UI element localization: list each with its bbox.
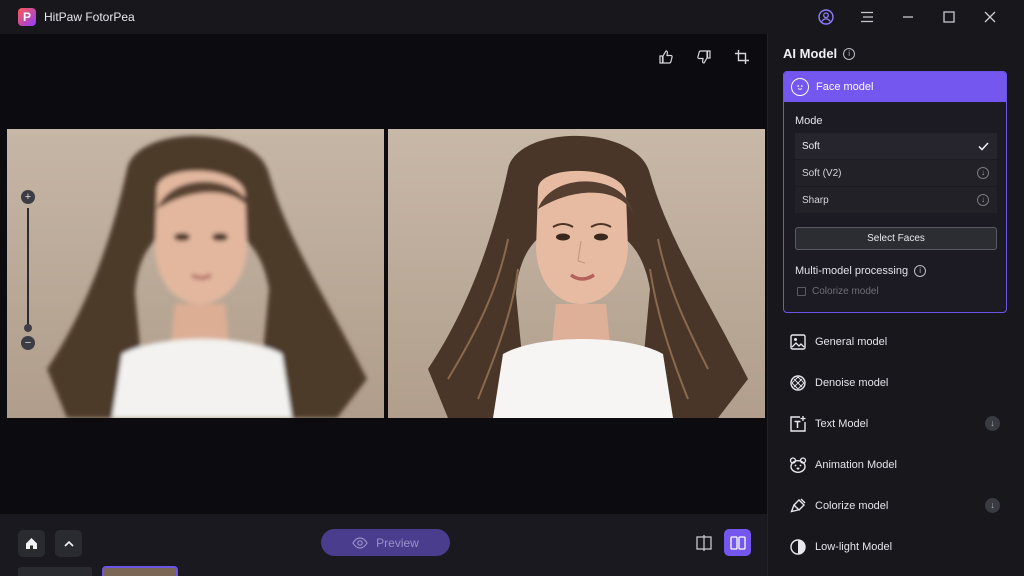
checkmark-icon xyxy=(978,141,989,151)
zoom-out-button[interactable]: − xyxy=(21,336,35,350)
minimize-icon[interactable] xyxy=(887,0,928,34)
crop-icon[interactable] xyxy=(731,46,753,68)
thumbnail-selected[interactable] xyxy=(102,566,178,576)
maximize-icon[interactable] xyxy=(928,0,969,34)
mode-option-label: Soft xyxy=(802,140,820,152)
face-model-label: Face model xyxy=(816,81,874,93)
account-icon[interactable] xyxy=(805,0,846,34)
model-item-colorize[interactable]: Colorize model ↓ xyxy=(783,485,1007,526)
sidebar-title: AI Model xyxy=(783,46,838,61)
thumbs-down-icon[interactable] xyxy=(693,46,715,68)
bear-icon xyxy=(789,456,807,474)
original-photo xyxy=(7,129,384,418)
home-button[interactable] xyxy=(18,530,45,557)
colorize-model-checkbox[interactable]: Colorize model xyxy=(797,286,879,297)
mode-option-soft[interactable]: Soft xyxy=(795,133,997,160)
ai-model-sidebar: AI Model i Face model Mode Soft Soft (V2… xyxy=(767,34,1024,576)
canvas-area: + − xyxy=(0,34,767,514)
sidebar-header: AI Model i xyxy=(783,46,856,61)
window-controls xyxy=(805,0,1010,34)
side-by-side-button[interactable] xyxy=(724,529,751,556)
mode-option-label: Soft (V2) xyxy=(802,167,842,179)
zoom-handle[interactable] xyxy=(24,324,32,332)
bottom-bar: Preview xyxy=(0,514,767,576)
app-title: HitPaw FotorPea xyxy=(44,10,135,24)
checkbox[interactable] xyxy=(797,287,806,296)
contrast-icon xyxy=(789,538,807,556)
close-icon[interactable] xyxy=(969,0,1010,34)
info-icon[interactable]: i xyxy=(843,47,856,60)
thumbs-up-icon[interactable] xyxy=(655,46,677,68)
thumbnail-placeholder[interactable] xyxy=(18,567,92,576)
split-view-icon xyxy=(695,534,712,551)
model-label: Animation Model xyxy=(815,458,897,471)
multi-model-label: Multi-model processing xyxy=(795,265,909,277)
colorize-option-label: Colorize model xyxy=(812,286,879,297)
home-icon xyxy=(26,538,37,549)
zoom-in-button[interactable]: + xyxy=(21,190,35,204)
model-label: Colorize model xyxy=(815,499,889,512)
download-icon[interactable]: ↓ xyxy=(985,416,1000,431)
mode-list: Soft Soft (V2) ↓ Sharp ↓ xyxy=(795,133,997,214)
mode-option-label: Sharp xyxy=(802,194,829,206)
side-by-side-icon xyxy=(729,535,746,550)
model-label: Text Model xyxy=(815,417,869,430)
model-item-text[interactable]: Text Model ↓ xyxy=(783,403,1007,444)
model-list: General model Denoise model Text Model ↓… xyxy=(783,321,1007,567)
model-item-animation[interactable]: Animation Model xyxy=(783,444,1007,485)
model-label: General model xyxy=(815,335,888,348)
mode-label: Mode xyxy=(795,115,823,127)
app-logo: P xyxy=(18,8,36,26)
text-icon xyxy=(789,415,807,433)
eye-icon xyxy=(352,536,368,549)
select-faces-button[interactable]: Select Faces xyxy=(795,227,997,250)
download-icon[interactable]: ↓ xyxy=(977,167,989,179)
multi-model-processing: Multi-model processing i xyxy=(795,265,927,277)
denoise-icon xyxy=(789,374,807,392)
menu-icon[interactable] xyxy=(846,0,887,34)
preview-button[interactable]: Preview xyxy=(321,529,450,556)
canvas-toolbar xyxy=(655,46,753,68)
mode-option-sharp[interactable]: Sharp ↓ xyxy=(795,187,997,214)
chevron-up-icon xyxy=(63,540,74,547)
info-icon[interactable]: i xyxy=(914,265,927,277)
model-item-denoise[interactable]: Denoise model xyxy=(783,362,1007,403)
face-icon xyxy=(791,78,809,96)
zoom-track[interactable] xyxy=(27,208,29,326)
expand-up-button[interactable] xyxy=(55,530,82,557)
title-bar: P HitPaw FotorPea xyxy=(0,0,1024,34)
brush-icon xyxy=(789,497,807,515)
image-icon xyxy=(789,333,807,351)
download-icon[interactable]: ↓ xyxy=(985,498,1000,513)
zoom-slider[interactable]: + − xyxy=(20,190,36,350)
enhanced-photo xyxy=(388,129,765,418)
model-item-general[interactable]: General model xyxy=(783,321,1007,362)
preview-label: Preview xyxy=(376,535,419,550)
model-item-low-light[interactable]: Low-light Model xyxy=(783,526,1007,567)
face-model-card: Face model Mode Soft Soft (V2) ↓ Sharp ↓… xyxy=(783,71,1007,313)
model-label: Denoise model xyxy=(815,376,889,389)
download-icon[interactable]: ↓ xyxy=(977,194,989,206)
mode-option-soft-v2[interactable]: Soft (V2) ↓ xyxy=(795,160,997,187)
face-model-header[interactable]: Face model xyxy=(784,72,1006,102)
split-view-button[interactable] xyxy=(690,529,717,556)
model-label: Low-light Model xyxy=(815,540,893,553)
